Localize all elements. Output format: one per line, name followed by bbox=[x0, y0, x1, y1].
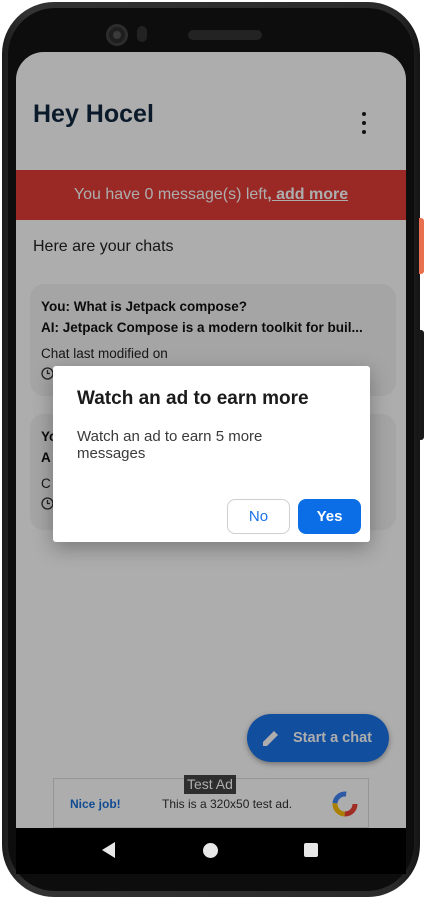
navigation-bar bbox=[16, 828, 406, 874]
home-icon[interactable] bbox=[203, 843, 218, 858]
recents-icon[interactable] bbox=[304, 843, 318, 857]
dialog-text: Watch an ad to earn 5 more messages bbox=[77, 428, 263, 462]
no-button[interactable]: No bbox=[227, 499, 290, 534]
screen: 6:00 ⚙ Hey Hocel You have 0 message(s) l… bbox=[16, 52, 406, 828]
sensor bbox=[137, 26, 147, 42]
camera-icon bbox=[106, 24, 128, 46]
power-button bbox=[419, 218, 424, 274]
back-icon[interactable] bbox=[102, 842, 115, 858]
volume-button bbox=[419, 330, 424, 440]
watch-ad-dialog: Watch an ad to earn more Watch an ad to … bbox=[53, 366, 370, 542]
dialog-title: Watch an ad to earn more bbox=[77, 388, 309, 409]
earpiece-speaker bbox=[188, 30, 262, 40]
yes-button[interactable]: Yes bbox=[298, 499, 361, 534]
